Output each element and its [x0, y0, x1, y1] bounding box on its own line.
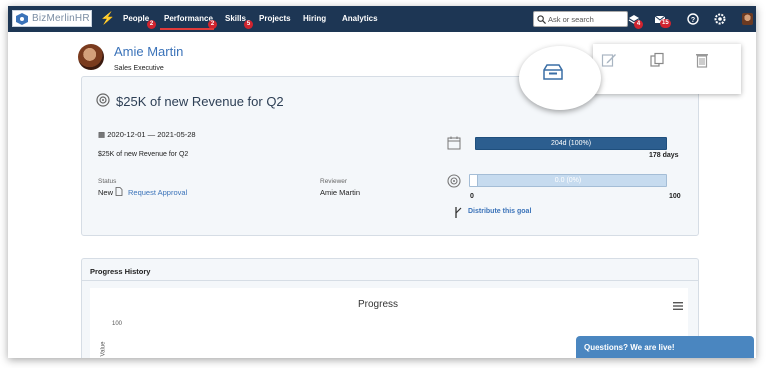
reviewer-value: Amie Martin: [320, 188, 361, 197]
logo-text: BizMerlinHR: [32, 13, 90, 24]
status-value: New: [98, 188, 114, 197]
logo-icon: [16, 12, 28, 25]
calendar-icon: [447, 136, 461, 150]
target-icon: [96, 93, 110, 107]
nav-hiring[interactable]: Hiring: [303, 14, 326, 23]
profile-avatar: [78, 44, 104, 70]
progress-history-header: Progress History: [82, 259, 698, 281]
search-icon: [537, 14, 546, 24]
goal-target-icon: [447, 174, 461, 188]
nav-performance[interactable]: Performance: [164, 14, 213, 23]
profile-name[interactable]: Amie Martin: [114, 44, 183, 59]
profile-role: Sales Executive: [114, 65, 164, 72]
goal-progress-bar[interactable]: 0.0 (0%): [469, 174, 667, 187]
search-input[interactable]: Ask or search: [533, 11, 628, 27]
archive-icon[interactable]: [542, 63, 564, 81]
document-icon: [115, 187, 123, 196]
time-progress-bar: 204d (100%): [475, 137, 667, 150]
progress-min: 0: [470, 193, 474, 200]
copy-icon[interactable]: [649, 52, 665, 68]
calendar-small-icon: ▦: [98, 130, 106, 139]
search-placeholder: Ask or search: [548, 14, 594, 24]
live-chat-button[interactable]: Questions? We are live!: [576, 336, 754, 358]
user-avatar[interactable]: [742, 13, 753, 25]
edit-icon[interactable]: [601, 52, 617, 68]
time-progress-label: 204d (100%): [550, 140, 592, 147]
top-nav: BizMerlinHR ⚡ People 2 Performance 2 Ski…: [8, 6, 756, 32]
nav-skills[interactable]: Skills: [225, 14, 246, 23]
days-remaining: 178 days: [649, 152, 679, 159]
distribute-icon: [455, 207, 462, 218]
messages-badge: 15: [660, 19, 671, 28]
nav-projects[interactable]: Projects: [259, 14, 291, 23]
request-approval-link[interactable]: Request Approval: [128, 188, 187, 197]
skills-badge: 5: [244, 20, 253, 29]
people-badge: 2: [147, 20, 156, 29]
goal-dates: ▦ 2020-12-01 — 2021-05-28: [98, 130, 196, 139]
distribute-goal-link[interactable]: Distribute this goal: [468, 208, 531, 215]
delete-icon[interactable]: [694, 52, 710, 68]
status-label: Status: [98, 178, 117, 185]
svg-text:?: ?: [691, 17, 695, 24]
nav-analytics[interactable]: Analytics: [342, 14, 378, 23]
goal-dates-text: 2020-12-01 — 2021-05-28: [107, 130, 196, 139]
quick-actions-icon[interactable]: ⚡: [100, 11, 115, 25]
active-nav-underline: [160, 28, 214, 30]
app-window: BizMerlinHR ⚡ People 2 Performance 2 Ski…: [8, 6, 756, 358]
chart-menu-icon[interactable]: [673, 302, 683, 310]
chart-title: Progress: [358, 299, 399, 310]
logo[interactable]: BizMerlinHR: [12, 10, 92, 27]
reviewer-label: Reviewer: [320, 178, 348, 185]
settings-icon[interactable]: [714, 13, 726, 25]
tasks-badge: 4: [634, 20, 643, 29]
y-axis-label: Value: [100, 341, 107, 357]
progress-max: 100: [669, 193, 681, 200]
y-tick-100: 100: [112, 321, 123, 327]
progress-handle[interactable]: [470, 175, 478, 186]
help-icon[interactable]: ?: [687, 13, 699, 25]
goal-progress-label: 0.0 (0%): [554, 177, 582, 184]
goal-description: $25K of new Revenue for Q2: [98, 151, 189, 158]
nav-people[interactable]: People: [123, 14, 149, 23]
goal-title: $25K of new Revenue for Q2: [116, 94, 284, 109]
